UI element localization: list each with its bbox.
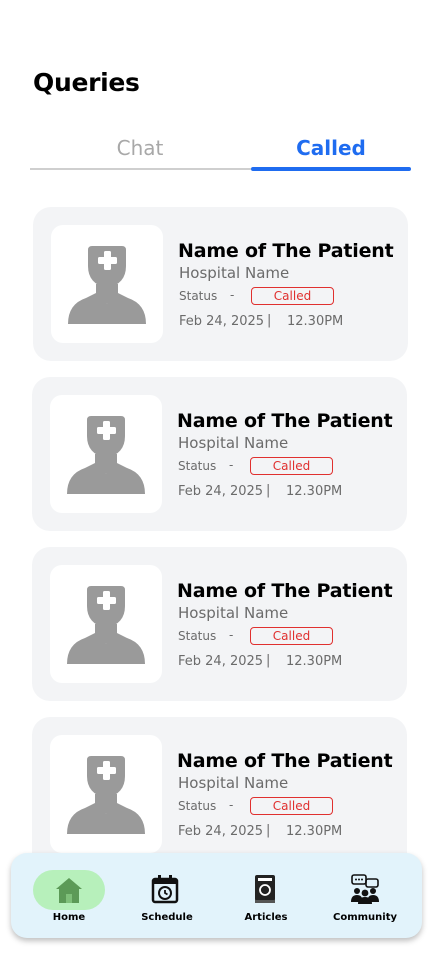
tab-called[interactable]: Called xyxy=(251,126,411,170)
date-time-separator: | xyxy=(266,653,271,668)
status-dash: - xyxy=(229,628,234,642)
patient-name: Name of The Patient xyxy=(177,750,393,772)
query-time: 12.30PM xyxy=(286,654,343,669)
tab-chat[interactable]: Chat xyxy=(30,126,250,170)
home-icon xyxy=(56,878,82,903)
status-badge: Called xyxy=(250,797,333,815)
calendar-clock-icon xyxy=(151,875,179,904)
patient-avatar xyxy=(51,225,163,343)
doctor-avatar-icon xyxy=(67,416,145,494)
date-time-separator: | xyxy=(266,483,271,498)
community-chat-icon xyxy=(351,874,379,904)
status-dash: - xyxy=(230,288,235,302)
query-card[interactable]: Name of The Patient Hospital Name Status… xyxy=(32,547,407,701)
status-label: Status xyxy=(178,629,217,643)
nav-item-home[interactable]: Home xyxy=(33,853,105,938)
query-card[interactable]: Name of The Patient Hospital Name Status… xyxy=(33,207,408,361)
patient-avatar xyxy=(50,735,162,853)
nav-label-articles: Articles xyxy=(244,912,288,923)
nav-item-schedule[interactable]: Schedule xyxy=(131,853,203,938)
hospital-name: Hospital Name xyxy=(178,774,289,792)
status-badge: Called xyxy=(250,457,333,475)
bottom-navigation: Home Schedule Articles Community xyxy=(11,853,422,938)
nav-item-articles[interactable]: Articles xyxy=(230,853,302,938)
date-time-separator: | xyxy=(266,823,271,838)
status-dash: - xyxy=(229,798,234,812)
nav-item-community[interactable]: Community xyxy=(329,853,401,938)
status-label: Status xyxy=(179,289,218,303)
nav-label-community: Community xyxy=(332,912,398,923)
tab-bar: Chat Called xyxy=(30,126,411,172)
hospital-name: Hospital Name xyxy=(179,264,290,282)
query-time: 12.30PM xyxy=(286,824,343,839)
nav-label-schedule: Schedule xyxy=(141,912,193,923)
status-label: Status xyxy=(178,799,217,813)
query-card[interactable]: Name of The Patient Hospital Name Status… xyxy=(32,717,407,871)
doctor-avatar-icon xyxy=(68,246,146,324)
query-date: Feb 24, 2025 xyxy=(179,314,265,329)
status-label: Status xyxy=(178,459,217,473)
patient-name: Name of The Patient xyxy=(177,410,393,432)
query-date: Feb 24, 2025 xyxy=(178,654,264,669)
page-title: Queries xyxy=(33,68,140,97)
patient-name: Name of The Patient xyxy=(178,240,394,262)
patient-avatar xyxy=(50,565,162,683)
query-card[interactable]: Name of The Patient Hospital Name Status… xyxy=(32,377,407,531)
patient-name: Name of The Patient xyxy=(177,580,393,602)
query-date: Feb 24, 2025 xyxy=(178,824,264,839)
query-date: Feb 24, 2025 xyxy=(178,484,264,499)
hospital-name: Hospital Name xyxy=(178,604,289,622)
hospital-name: Hospital Name xyxy=(178,434,289,452)
date-time-separator: | xyxy=(267,313,272,328)
nav-label-home: Home xyxy=(52,912,86,923)
doctor-avatar-icon xyxy=(67,586,145,664)
patient-avatar xyxy=(50,395,162,513)
doctor-avatar-icon xyxy=(67,756,145,834)
status-badge: Called xyxy=(251,287,334,305)
status-badge: Called xyxy=(250,627,333,645)
status-dash: - xyxy=(229,458,234,472)
book-icon xyxy=(255,875,275,903)
query-time: 12.30PM xyxy=(286,484,343,499)
query-time: 12.30PM xyxy=(287,314,344,329)
